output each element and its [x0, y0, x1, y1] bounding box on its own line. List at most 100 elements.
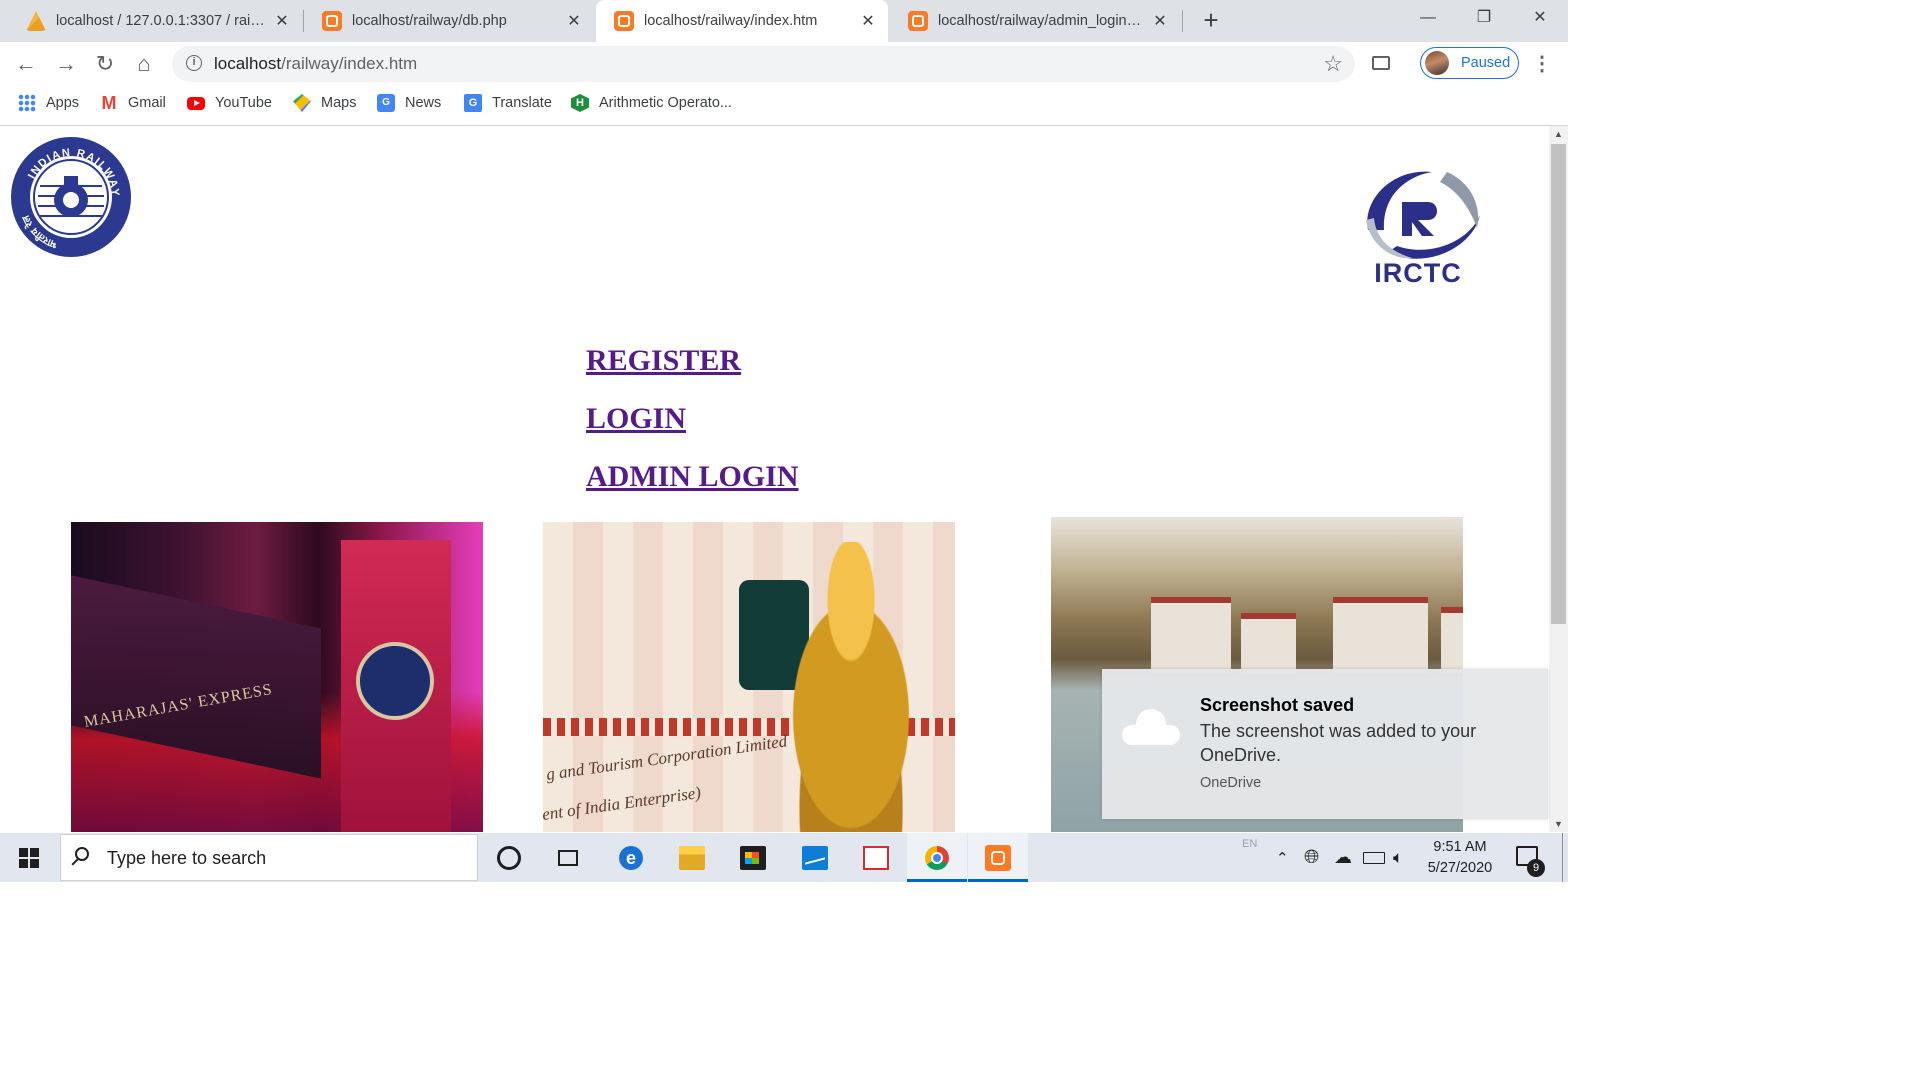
address-url[interactable]: localhost/railway/index.htm [214, 46, 417, 82]
home-icon[interactable]: ⌂ [130, 50, 158, 78]
edge-button[interactable]: e [601, 833, 661, 882]
back-arrow-icon[interactable]: ← [12, 50, 40, 78]
bookmark-apps[interactable]: Apps [18, 86, 79, 120]
bookmark-news[interactable]: G News [377, 86, 441, 120]
photo1-text: MAHARAJAS' EXPRESS [83, 681, 274, 731]
login-link[interactable]: LOGIN [586, 402, 799, 436]
onedrive-tray-icon[interactable]: ☁︎ [1334, 833, 1352, 882]
file-explorer-button[interactable] [662, 833, 722, 882]
store-button[interactable] [723, 833, 783, 882]
tab-admin-login[interactable]: localhost/railway/admin_login.php ✕ [890, 0, 1180, 42]
bookmark-label: Translate [492, 95, 552, 111]
photo1-caption: MAHARAJAS' EXPRESS [83, 681, 274, 731]
phpmyadmin-icon [26, 11, 46, 31]
maps-icon [293, 94, 311, 112]
site-info-icon[interactable]: i [186, 55, 202, 71]
logo-right-text: IRCTC [1374, 258, 1462, 288]
show-hidden-icons-button[interactable]: ⌃ [1276, 833, 1289, 882]
avatar [1425, 51, 1449, 75]
restore-button[interactable]: ❐ [1456, 0, 1512, 38]
minimize-button[interactable]: — [1400, 0, 1456, 38]
xampp-button[interactable] [968, 833, 1028, 882]
volume-icon[interactable]: 🔈︎ [1393, 833, 1403, 882]
start-button[interactable] [0, 833, 58, 882]
tab-db-php[interactable]: localhost/railway/db.php ✕ [304, 0, 594, 42]
mail-icon [802, 845, 828, 870]
bookmark-label: Apps [46, 95, 80, 111]
close-tab-icon[interactable]: ✕ [1152, 11, 1168, 31]
network-globe-icon[interactable]: 🌐︎ [1304, 833, 1319, 882]
bookmark-label: News [405, 95, 442, 111]
gift-icon [863, 845, 889, 870]
reload-icon[interactable]: ↻ [91, 50, 119, 78]
scroll-down-arrow-icon[interactable]: ▼ [1549, 816, 1568, 832]
address-bar[interactable]: i localhost/railway/index.htm ☆ [172, 46, 1355, 82]
tab-phpmyadmin[interactable]: localhost / 127.0.0.1:3307 / railway ✕ [8, 0, 302, 42]
building-shape [1441, 607, 1463, 673]
folder-icon [679, 845, 705, 870]
tab-title: localhost/railway/db.php [352, 13, 507, 29]
notification-body: The screenshot was added to your OneDriv… [1200, 721, 1477, 765]
browser-menu-icon[interactable]: ⋮ [1532, 50, 1552, 78]
gift-app-button[interactable] [846, 833, 906, 882]
taskbar-search-box[interactable]: Type here to search [60, 834, 478, 881]
gmail-icon: M [101, 93, 117, 113]
windows-logo-icon [19, 859, 28, 868]
xampp-icon [985, 844, 1011, 871]
bookmark-gmail[interactable]: M Gmail [100, 86, 166, 120]
bookmark-label: YouTube [215, 95, 272, 111]
close-window-button[interactable]: ✕ [1512, 0, 1568, 38]
task-view-button[interactable] [538, 833, 598, 882]
photo2-text-line2: ent of India Enterprise) [543, 783, 702, 824]
bookmark-label: Arithmetic Operato... [599, 95, 732, 111]
maharajas-express-image: MAHARAJAS' EXPRESS [71, 522, 483, 832]
xampp-icon [322, 11, 342, 31]
profile-button[interactable]: Paused [1420, 47, 1519, 79]
scrollbar-thumb[interactable] [1551, 144, 1566, 624]
forward-arrow-icon[interactable]: → [52, 50, 80, 78]
bookmark-maps[interactable]: Maps [293, 86, 356, 120]
url-path: /railway/index.htm [281, 54, 418, 73]
building-shape [1241, 613, 1296, 674]
mail-button[interactable] [785, 833, 845, 882]
tab-title: localhost / 127.0.0.1:3307 / railway [56, 13, 266, 29]
close-tab-icon[interactable]: ✕ [274, 11, 290, 31]
clock-date: 5/27/2020 [1427, 860, 1493, 876]
onedrive-notification[interactable]: Screenshot saved The screenshot was adde… [1102, 669, 1548, 819]
apps-grid-icon [18, 94, 36, 112]
system-clock[interactable]: 9:51 AM 5/27/2020 [1422, 837, 1498, 879]
language-indicator[interactable]: EN [1242, 838, 1257, 850]
photo2-text-line1: g and Tourism Corporation Limited [545, 731, 789, 784]
h-hexagon-icon: H [571, 94, 589, 112]
building-shape [1333, 597, 1428, 673]
url-host: localhost [214, 54, 282, 73]
profile-status: Paused [1461, 55, 1511, 71]
register-link[interactable]: REGISTER [586, 344, 799, 378]
cortana-icon [497, 845, 521, 870]
new-tab-button[interactable]: + [1197, 6, 1225, 34]
bookmark-label: Gmail [128, 95, 166, 111]
tab-index-htm[interactable]: localhost/railway/index.htm ✕ [596, 0, 888, 42]
chrome-button[interactable] [907, 833, 967, 882]
bookmark-youtube[interactable]: YouTube [187, 86, 272, 120]
close-tab-icon[interactable]: ✕ [566, 11, 582, 31]
show-desktop-button[interactable] [1562, 833, 1563, 882]
clock-time: 9:51 AM [1433, 839, 1487, 855]
cortana-button[interactable] [479, 833, 539, 882]
bookmark-star-icon[interactable]: ☆ [1323, 50, 1343, 78]
browser-tab-strip: localhost / 127.0.0.1:3307 / railway ✕ l… [0, 0, 1568, 42]
notification-source: OneDrive [1200, 775, 1262, 791]
chrome-icon [925, 845, 949, 870]
battery-icon[interactable] [1363, 833, 1385, 882]
buddhist-circuit-train-image: g and Tourism Corporation Limited ent of… [543, 522, 955, 832]
task-view-icon [558, 849, 578, 866]
bookmark-arithmetic[interactable]: H Arithmetic Operato... [571, 86, 732, 120]
close-tab-icon[interactable]: ✕ [860, 11, 876, 31]
cast-icon[interactable] [1372, 56, 1390, 70]
bookmark-translate[interactable]: G Translate [464, 86, 552, 120]
edge-icon: e [619, 845, 643, 870]
admin-login-link[interactable]: ADMIN LOGIN [586, 460, 799, 494]
scroll-up-arrow-icon[interactable]: ▲ [1549, 126, 1568, 142]
page-scrollbar[interactable]: ▲ ▼ [1549, 126, 1568, 832]
xampp-icon [908, 11, 928, 31]
